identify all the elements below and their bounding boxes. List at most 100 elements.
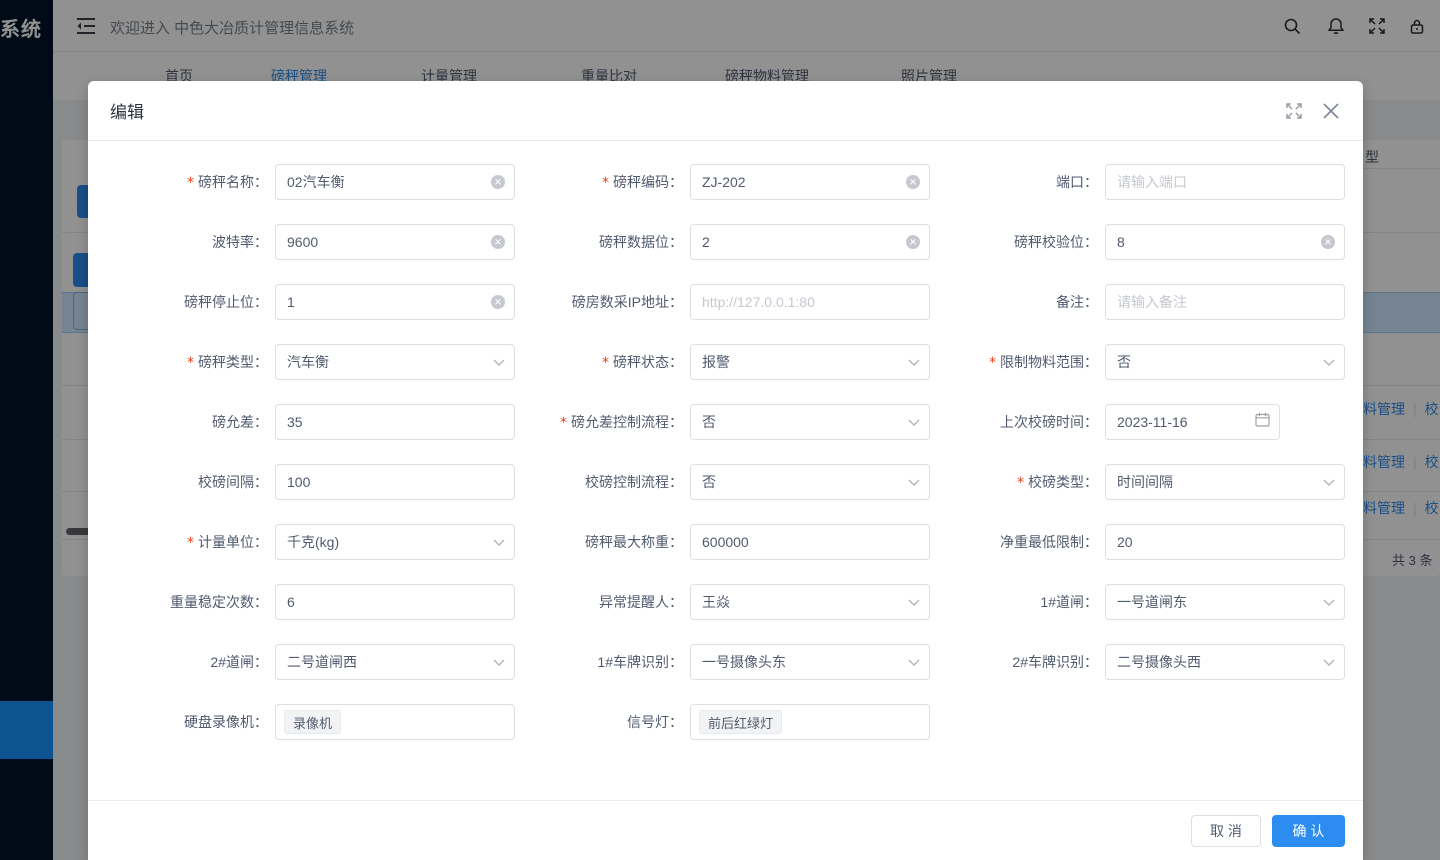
last-check-date-date-picker[interactable]: 2023-11-16: [1105, 404, 1280, 440]
form-cell: 磅允差：35: [100, 392, 515, 452]
form-cell: 校磅间隔：100: [100, 452, 515, 512]
field-value: 千克(kg): [287, 532, 339, 552]
gate-2-select[interactable]: 二号道闸西: [275, 644, 515, 680]
field-value: 2: [702, 234, 710, 250]
check-flow-select[interactable]: 否: [690, 464, 930, 500]
form-cell: *计量单位： 千克(kg): [100, 512, 515, 572]
port-input[interactable]: 请输入端口: [1105, 164, 1345, 200]
chevron-down-icon: [1323, 473, 1335, 491]
form-cell: *磅秤编码： ZJ-202: [515, 152, 930, 212]
scale-name-input[interactable]: 02汽车衡: [275, 164, 515, 200]
form-cell: 信号灯：前后红绿灯: [515, 692, 930, 752]
required-asterisk: *: [989, 355, 996, 371]
required-asterisk: *: [602, 175, 609, 191]
tolerance-input[interactable]: 35: [275, 404, 515, 440]
plate-camera-2-select[interactable]: 二号摄像头西: [1105, 644, 1345, 680]
check-bits-label: 磅秤校验位：: [930, 232, 1105, 252]
required-asterisk: *: [1017, 475, 1024, 491]
field-value: 一号摄像头东: [702, 652, 786, 672]
form-cell: *限制物料范围：否: [930, 332, 1345, 392]
modal-fullscreen-icon[interactable]: [1285, 102, 1303, 120]
form-cell: [930, 692, 1345, 752]
material-limit-select[interactable]: 否: [1105, 344, 1345, 380]
field-placeholder: 请输入备注: [1117, 292, 1187, 312]
form-cell: 端口：请输入端口: [930, 152, 1345, 212]
scale-code-input[interactable]: ZJ-202: [690, 164, 930, 200]
form-cell: 硬盘录像机：录像机: [100, 692, 515, 752]
field-value: 600000: [702, 534, 749, 550]
max-weight-input[interactable]: 600000: [690, 524, 930, 560]
port-label: 端口：: [930, 172, 1105, 192]
gate-1-select[interactable]: 一号道闸东: [1105, 584, 1345, 620]
unit-select[interactable]: 千克(kg): [275, 524, 515, 560]
last-check-date-label: 上次校磅时间：: [930, 412, 1105, 432]
modal-footer: 取 消 确 认: [88, 800, 1363, 860]
calendar-icon: [1255, 412, 1270, 432]
required-asterisk: *: [560, 415, 567, 431]
clear-icon[interactable]: [1321, 235, 1335, 249]
tolerance-flow-select[interactable]: 否: [690, 404, 930, 440]
tolerance-label: 磅允差：: [100, 412, 275, 432]
stable-times-input[interactable]: 6: [275, 584, 515, 620]
data-bits-input[interactable]: 2: [690, 224, 930, 260]
tag[interactable]: 前后红绿灯: [699, 710, 782, 734]
chevron-down-icon: [908, 413, 920, 431]
check-bits-input[interactable]: 8: [1105, 224, 1345, 260]
signal-light-tags-input[interactable]: 前后红绿灯: [690, 704, 930, 740]
field-placeholder: http://127.0.0.1:80: [702, 294, 815, 310]
chevron-down-icon: [1323, 593, 1335, 611]
check-type-label: *校磅类型：: [930, 472, 1105, 492]
chevron-down-icon: [493, 653, 505, 671]
field-value: 二号道闸西: [287, 652, 357, 672]
plate-camera-1-select[interactable]: 一号摄像头东: [690, 644, 930, 680]
form-cell: 备注： 请输入备注: [930, 272, 1345, 332]
check-interval-label: 校磅间隔：: [100, 472, 275, 492]
form-cell: *磅秤类型：汽车衡: [100, 332, 515, 392]
scale-status-select[interactable]: 报警: [690, 344, 930, 380]
baud-rate-label: 波特率：: [100, 232, 275, 252]
scale-code-label: *磅秤编码：: [515, 172, 690, 192]
ip-address-input[interactable]: http://127.0.0.1:80: [690, 284, 930, 320]
min-net-weight-input[interactable]: 20: [1105, 524, 1345, 560]
dvr-tags-input[interactable]: 录像机: [275, 704, 515, 740]
field-value: 时间间隔: [1117, 472, 1173, 492]
scale-status-label: *磅秤状态：: [515, 352, 690, 372]
remark-input[interactable]: 请输入备注: [1105, 284, 1345, 320]
close-icon[interactable]: [1321, 101, 1341, 121]
stable-times-label: 重量稳定次数：: [100, 592, 275, 612]
stop-bits-input[interactable]: 1: [275, 284, 515, 320]
field-value: ZJ-202: [702, 174, 746, 190]
form-cell: 异常提醒人：王焱: [515, 572, 930, 632]
unit-label: *计量单位：: [100, 532, 275, 552]
form-cell: 磅秤校验位：8: [930, 212, 1345, 272]
clear-icon[interactable]: [906, 175, 920, 189]
chevron-down-icon: [493, 353, 505, 371]
chevron-down-icon: [493, 533, 505, 551]
field-value: 9600: [287, 234, 318, 250]
clear-icon[interactable]: [491, 295, 505, 309]
form-cell: *磅秤名称：02汽车衡: [100, 152, 515, 212]
clear-icon[interactable]: [491, 235, 505, 249]
scale-name-label: *磅秤名称：: [100, 172, 275, 192]
form-cell: 1#道闸：一号道闸东: [930, 572, 1345, 632]
clear-icon[interactable]: [491, 175, 505, 189]
check-type-select[interactable]: 时间间隔: [1105, 464, 1345, 500]
cancel-button[interactable]: 取 消: [1191, 815, 1261, 847]
remark-label: 备注：: [930, 292, 1105, 312]
scale-type-select[interactable]: 汽车衡: [275, 344, 515, 380]
form-cell: 磅秤停止位：1: [100, 272, 515, 332]
max-weight-label: 磅秤最大称重：: [515, 532, 690, 552]
clear-icon[interactable]: [906, 235, 920, 249]
tag[interactable]: 录像机: [284, 710, 341, 734]
modal-title: 编辑: [110, 98, 144, 123]
check-flow-label: 校磅控制流程：: [515, 472, 690, 492]
chevron-down-icon: [908, 353, 920, 371]
form-cell: 2#车牌识别：二号摄像头西: [930, 632, 1345, 692]
check-interval-input[interactable]: 100: [275, 464, 515, 500]
edit-form: *磅秤名称：02汽车衡*磅秤编码： ZJ-202 端口：请输入端口波特率： 9600 磅…: [100, 152, 1363, 752]
chevron-down-icon: [908, 593, 920, 611]
modal-body: *磅秤名称：02汽车衡*磅秤编码： ZJ-202 端口：请输入端口波特率： 9600 磅…: [88, 141, 1363, 800]
alert-person-select[interactable]: 王焱: [690, 584, 930, 620]
confirm-button[interactable]: 确 认: [1272, 815, 1345, 847]
baud-rate-input[interactable]: 9600: [275, 224, 515, 260]
